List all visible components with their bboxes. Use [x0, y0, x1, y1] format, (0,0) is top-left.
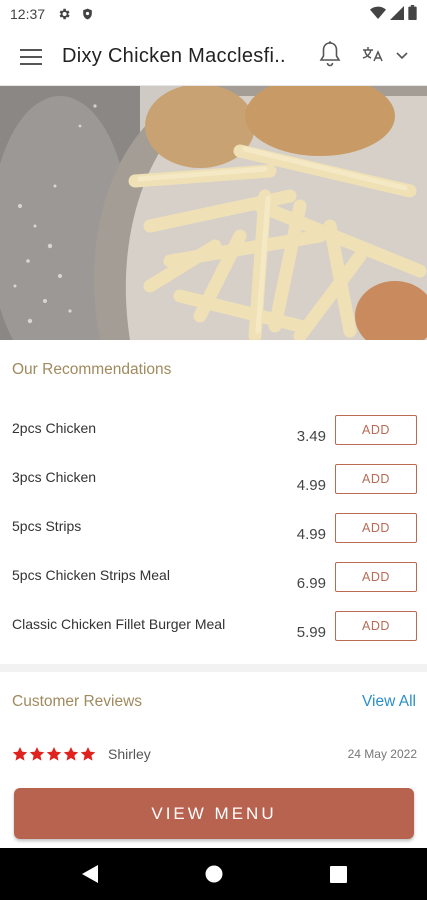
star-icon — [80, 747, 96, 761]
settings-icon — [57, 7, 71, 21]
star-icon — [63, 747, 79, 761]
star-rating — [12, 746, 96, 762]
item-name: 5pcs Chicken Strips Meal — [12, 567, 170, 583]
add-button[interactable]: ADD — [335, 562, 417, 592]
chevron-down-icon — [396, 47, 408, 65]
star-icon — [29, 747, 45, 761]
signal-icon — [390, 5, 404, 23]
language-icon — [360, 42, 386, 69]
page-title: Dixy Chicken Macclesfi.. — [62, 45, 286, 67]
recents-icon[interactable] — [328, 864, 348, 884]
list-item: Classic Chicken Fillet Burger Meal 5.99 … — [0, 611, 427, 656]
item-price: 5.99 — [296, 624, 326, 641]
bell-icon[interactable] — [318, 40, 342, 73]
view-all-link[interactable]: View All — [362, 693, 416, 711]
app-bar: Dixy Chicken Macclesfi.. — [0, 28, 427, 86]
shield-icon — [81, 7, 94, 21]
section-divider — [0, 664, 427, 672]
battery-icon — [408, 5, 417, 23]
hamburger-menu-icon[interactable] — [0, 28, 62, 86]
status-time: 12:37 — [10, 6, 46, 22]
status-bar: 12:37 — [0, 0, 427, 28]
system-nav-bar — [0, 848, 427, 900]
add-button[interactable]: ADD — [335, 513, 417, 543]
item-price: 3.49 — [296, 428, 326, 445]
review-date: 24 May 2022 — [347, 747, 417, 761]
wifi-icon — [370, 6, 386, 23]
list-item: 5pcs Chicken Strips Meal 6.99 ADD — [0, 562, 427, 607]
reviewer-name: Shirley — [108, 746, 151, 762]
recommendations-title: Our Recommendations — [12, 361, 172, 378]
home-icon[interactable] — [204, 864, 224, 884]
item-name: 3pcs Chicken — [12, 469, 97, 485]
reviews-title: Customer Reviews — [12, 693, 143, 710]
item-name: Classic Chicken Fillet Burger Meal — [12, 616, 226, 632]
star-icon — [12, 747, 28, 761]
add-button[interactable]: ADD — [335, 415, 417, 445]
review-item: Shirley 24 May 2022 — [12, 742, 417, 766]
hero-food-image — [0, 86, 427, 340]
list-item: 2pcs Chicken 3.49 ADD — [0, 415, 427, 460]
back-icon[interactable] — [80, 864, 100, 884]
item-price: 4.99 — [296, 477, 326, 494]
item-price: 6.99 — [296, 575, 326, 592]
list-item: 3pcs Chicken 4.99 ADD — [0, 464, 427, 509]
list-item: 5pcs Strips 4.99 ADD — [0, 513, 427, 558]
add-button[interactable]: ADD — [335, 611, 417, 641]
view-menu-button[interactable]: VIEW MENU — [14, 788, 414, 839]
add-button[interactable]: ADD — [335, 464, 417, 494]
item-price: 4.99 — [296, 526, 326, 543]
item-name: 2pcs Chicken — [12, 420, 97, 436]
item-name: 5pcs Strips — [12, 518, 82, 534]
star-icon — [46, 747, 62, 761]
language-selector[interactable] — [360, 42, 408, 69]
